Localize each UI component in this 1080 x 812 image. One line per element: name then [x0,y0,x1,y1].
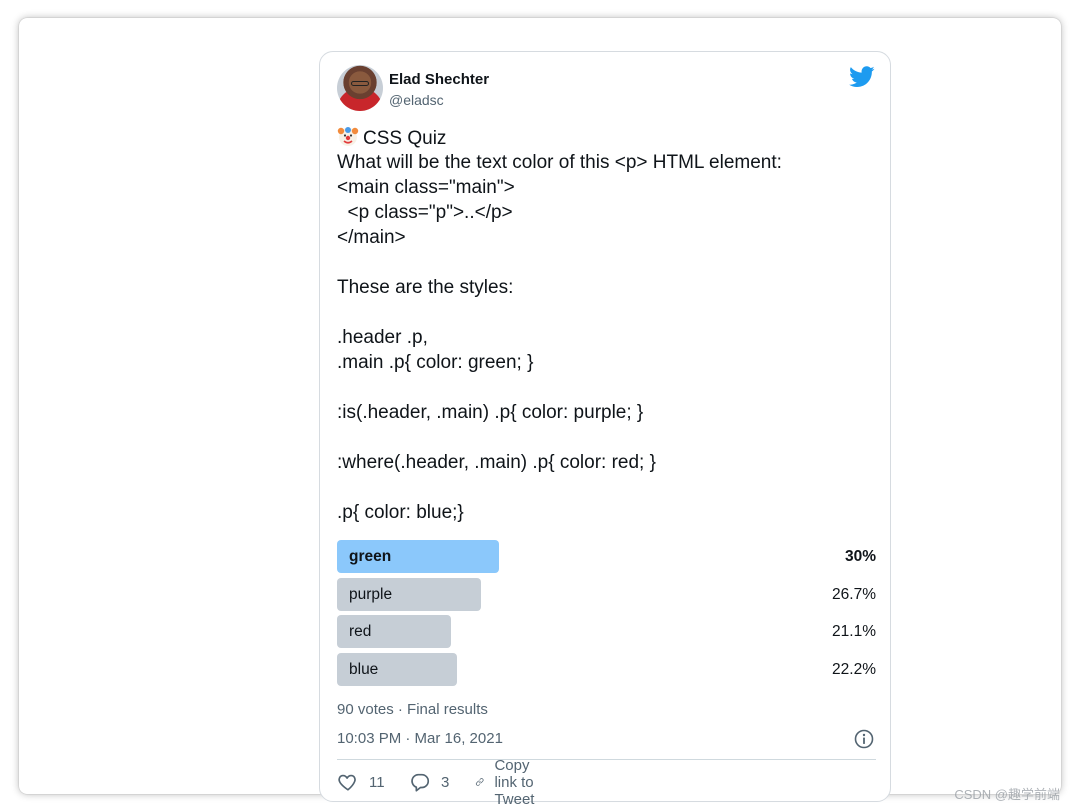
poll-option-blue: blue 22.2% [337,652,877,686]
heart-icon [338,774,356,791]
tweet-line: :is(.header, .main) .p{ color: purple; } [337,402,644,423]
watermark: CSDN @趣学前端 [954,787,1060,802]
avatar-glasses [351,81,369,86]
tweet-line: .p{ color: blue;} [337,502,464,523]
poll-option-label: purple [349,585,393,603]
poll-summary: 90 votes · Final results [337,701,488,718]
clown-face-emoji [337,127,359,146]
tweet-line [337,300,877,325]
like-button[interactable]: 11 [337,770,385,794]
poll-option-percent: 22.2% [832,660,876,678]
tweet-line: .header .p, [337,327,428,348]
poll-option-label: red [349,623,372,640]
link-icon [475,778,484,786]
tweet-card: Elad Shechter @eladsc CSS Quiz What will… [319,51,891,808]
copy-link-button[interactable]: Copy link to Tweet [475,757,547,808]
reply-button[interactable]: 3 [409,770,449,794]
like-count: 11 [369,773,385,791]
tweet-line: These are the styles: [337,277,514,298]
poll: green 30% purple 26.7% red 21.1% blue 22… [337,540,877,690]
tweet-line: .main .p{ color: green; } [337,352,534,373]
poll-option-percent: 30% [844,548,876,565]
info-icon[interactable] [853,728,875,750]
author-handle[interactable]: @eladsc [389,92,444,108]
poll-option-percent: 21.1% [832,623,876,640]
tweet-line: </main> [337,227,406,248]
reply-icon [411,773,430,792]
author-name[interactable]: Elad Shechter [389,71,489,88]
tweet-timestamp[interactable]: 10:03 PM · Mar 16, 2021 [337,730,503,747]
poll-option-percent: 26.7% [832,585,876,603]
poll-option-label: green [349,548,392,565]
copy-link-label: Copy link to Tweet [494,756,535,808]
poll-option-label: blue [349,660,379,678]
tweet-line: <main class="main"> [337,177,515,198]
tweet-line [337,475,877,500]
twitter-bird-icon[interactable] [849,66,875,88]
poll-option-green: green 30% [337,540,877,573]
tweet-line [337,425,877,450]
tweet-text: CSS Quiz What will be the text color of … [337,125,877,525]
tweet-line-title: CSS Quiz [337,125,877,150]
tweet-line: What will be the text color of this <p> … [337,152,782,173]
divider [337,759,876,760]
poll-option-red: red 21.1% [337,615,877,648]
tweet-line: <p class="p">..</p> [337,202,513,223]
reply-count: 3 [441,773,450,791]
tweet-line: :where(.header, .main) .p{ color: red; } [337,452,656,473]
screenshot-frame: Elad Shechter @eladsc CSS Quiz What will… [19,18,1061,808]
tweet-line: CSS Quiz [363,128,447,149]
poll-option-purple: purple 26.7% [337,577,877,611]
avatar[interactable] [337,65,383,111]
tweet-line [337,375,877,400]
tweet-line [337,250,877,275]
